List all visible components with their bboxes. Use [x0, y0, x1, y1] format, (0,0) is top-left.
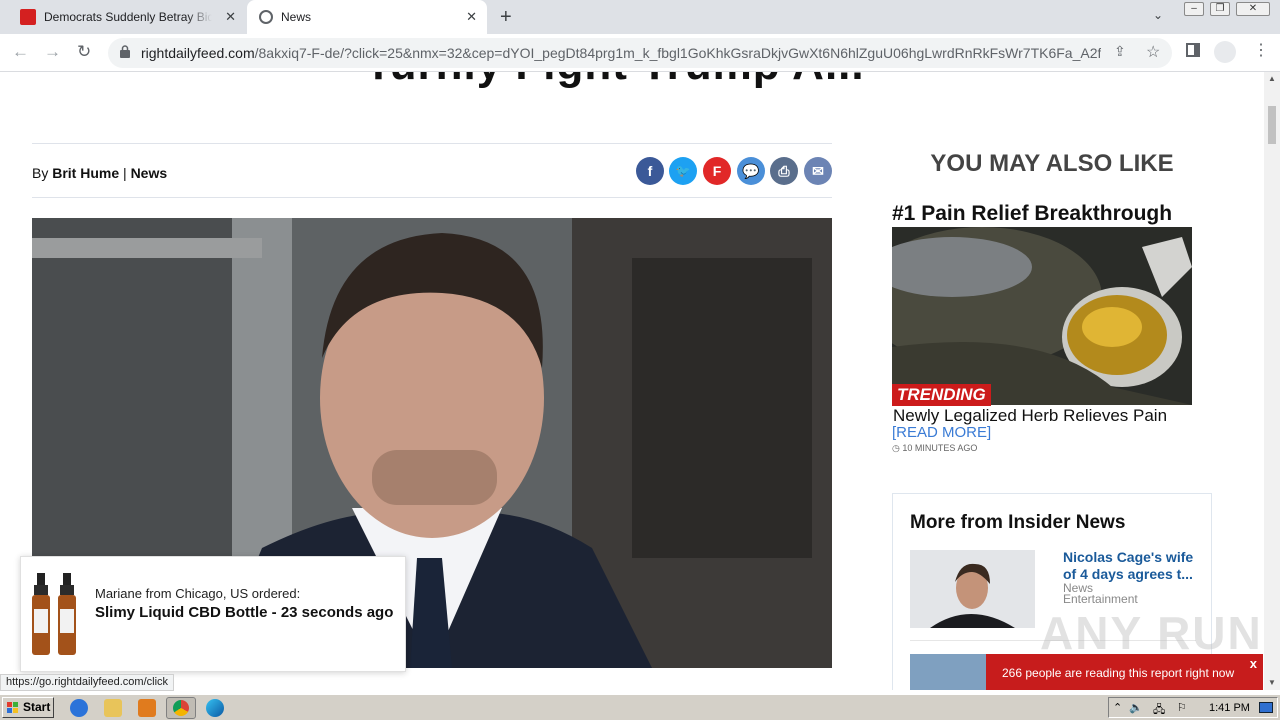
close-icon[interactable]: ✕ [466, 10, 477, 24]
tab-democrats[interactable]: Democrats Suddenly Betray Biden ov ✕ [8, 0, 246, 34]
twitter-share-button[interactable]: 🐦 [669, 157, 697, 185]
windows-taskbar: Start ⌃ 🔈 🖧 ⚐ 1:41 PM [0, 694, 1280, 720]
media-player-icon[interactable] [138, 699, 156, 717]
close-icon[interactable]: ✕ [225, 10, 236, 24]
cbd-bottle-image [32, 573, 76, 655]
insider-title: More from Insider News [910, 512, 1126, 533]
flipboard-share-button[interactable]: F [703, 157, 731, 185]
folder-icon[interactable] [104, 699, 122, 717]
promo-timestamp: ◷ 10 MINUTES AGO [892, 443, 977, 454]
insider-thumbnail[interactable] [910, 654, 990, 690]
article-headline: Turnly Fight Trump A... [365, 72, 865, 90]
side-panel-icon[interactable] [1186, 43, 1200, 57]
comment-share-button[interactable]: 💬 [737, 157, 765, 185]
clock[interactable]: 1:41 PM [1209, 702, 1250, 714]
site-favicon-icon [20, 9, 36, 25]
tab-strip: Democrats Suddenly Betray Biden ov ✕ New… [0, 0, 1280, 34]
star-icon[interactable]: ☆ [1146, 42, 1160, 62]
scroll-down-arrow-icon[interactable]: ▼ [1268, 678, 1276, 687]
forward-arrow-icon[interactable]: → [44, 42, 61, 62]
insider-headline[interactable]: Nicolas Cage's wife of 4 days agrees t..… [1063, 549, 1198, 583]
chevron-down-icon[interactable]: ⌄ [1153, 8, 1163, 22]
insider-thumbnail[interactable] [910, 550, 1035, 628]
scroll-up-arrow-icon[interactable]: ▲ [1268, 74, 1276, 83]
chrome-icon [173, 700, 189, 716]
trending-badge: TRENDING [892, 384, 991, 406]
url-path: /8akxiq7-F-de/?click=25&nmx=32&cep=dYOI_… [254, 45, 1101, 61]
globe-icon [259, 10, 273, 24]
category-link[interactable]: News [131, 165, 168, 181]
system-tray: ⌃ 🔈 🖧 ⚐ 1:41 PM [1108, 697, 1278, 718]
spoon-oil-photo [892, 227, 1192, 405]
back-arrow-icon[interactable]: ← [12, 42, 29, 62]
close-icon[interactable]: x [1250, 656, 1257, 671]
promo-subtitle[interactable]: Newly Legalized Herb Relieves Pain [893, 406, 1167, 426]
order-customer-text: Mariane from Chicago, US ordered: [95, 586, 301, 601]
tab-title: News [281, 10, 312, 24]
address-bar[interactable]: rightdailyfeed.com/8akxiq7-F-de/?click=2… [108, 38, 1172, 68]
reload-icon[interactable]: ↻ [77, 42, 91, 62]
menu-dots-icon[interactable]: ⋮ [1253, 40, 1269, 60]
edge-icon[interactable] [206, 699, 224, 717]
divider [32, 197, 832, 198]
print-button[interactable]: ⎙ [770, 157, 798, 185]
url-host: rightdailyfeed.com [141, 45, 255, 61]
new-tab-button[interactable]: + [500, 6, 512, 29]
restore-button[interactable]: ❐ [1210, 2, 1230, 16]
byline-separator: | [119, 165, 131, 181]
read-more-link[interactable]: [READ MORE] [892, 424, 991, 441]
volume-icon[interactable]: 🔈 [1129, 701, 1143, 714]
divider [32, 143, 832, 144]
flag-icon[interactable]: ⚐ [1177, 701, 1187, 714]
chrome-taskbar-button[interactable] [166, 697, 196, 719]
sidebar-heading: YOU MAY ALSO LIKE [930, 150, 1174, 177]
status-bar-url: https://go.rightdailyfeed.com/click [0, 674, 175, 691]
anyrun-watermark: ANY RUN [1040, 607, 1263, 659]
order-notification-popup[interactable]: Mariane from Chicago, US ordered: Slimy … [20, 556, 406, 672]
readers-notice-banner[interactable]: 266 people are reading this report right… [986, 654, 1263, 690]
promo-title[interactable]: #1 Pain Relief Breakthrough [892, 202, 1172, 226]
windows-flag-icon [7, 702, 18, 713]
tab-title: Democrats Suddenly Betray Biden ov [44, 10, 212, 24]
promo-time-text: 10 MINUTES AGO [902, 443, 978, 453]
byline: By Brit Hume | News [32, 165, 167, 181]
lock-icon [120, 45, 130, 58]
share-icon[interactable]: ⇪ [1114, 43, 1126, 60]
insider-category: News Entertainment [1063, 581, 1138, 606]
start-button[interactable]: Start [2, 697, 54, 718]
start-label: Start [23, 700, 51, 714]
facebook-share-button[interactable]: f [636, 157, 664, 185]
tab-news[interactable]: News ✕ [247, 0, 487, 34]
minimize-button[interactable]: – [1184, 2, 1204, 16]
order-product-text: Slimy Liquid CBD Bottle - 23 seconds ago [95, 604, 394, 621]
page-scrollbar[interactable]: ▲ ▼ [1264, 72, 1280, 690]
profile-avatar-icon[interactable] [1214, 41, 1236, 63]
tray-expand-icon[interactable]: ⌃ [1113, 701, 1122, 714]
clock-icon: ◷ [892, 443, 903, 453]
network-icon[interactable]: 🖧 [1153, 701, 1165, 720]
readers-notice-text: 266 people are reading this report right… [1002, 666, 1235, 680]
promo-image[interactable] [892, 227, 1192, 405]
author-name[interactable]: Brit Hume [52, 165, 119, 181]
show-desktop-icon[interactable] [1259, 702, 1273, 713]
close-window-button[interactable]: ✕ [1236, 2, 1270, 16]
byline-prefix: By [32, 165, 53, 181]
scroll-thumb[interactable] [1268, 106, 1276, 144]
ie-icon[interactable] [70, 699, 88, 717]
url-text: rightdailyfeed.com/8akxiq7-F-de/?click=2… [141, 45, 1101, 61]
email-share-button[interactable]: ✉ [804, 157, 832, 185]
cage-photo [910, 550, 1035, 628]
browser-toolbar: ← → ↻ rightdailyfeed.com/8akxiq7-F-de/?c… [0, 34, 1280, 72]
